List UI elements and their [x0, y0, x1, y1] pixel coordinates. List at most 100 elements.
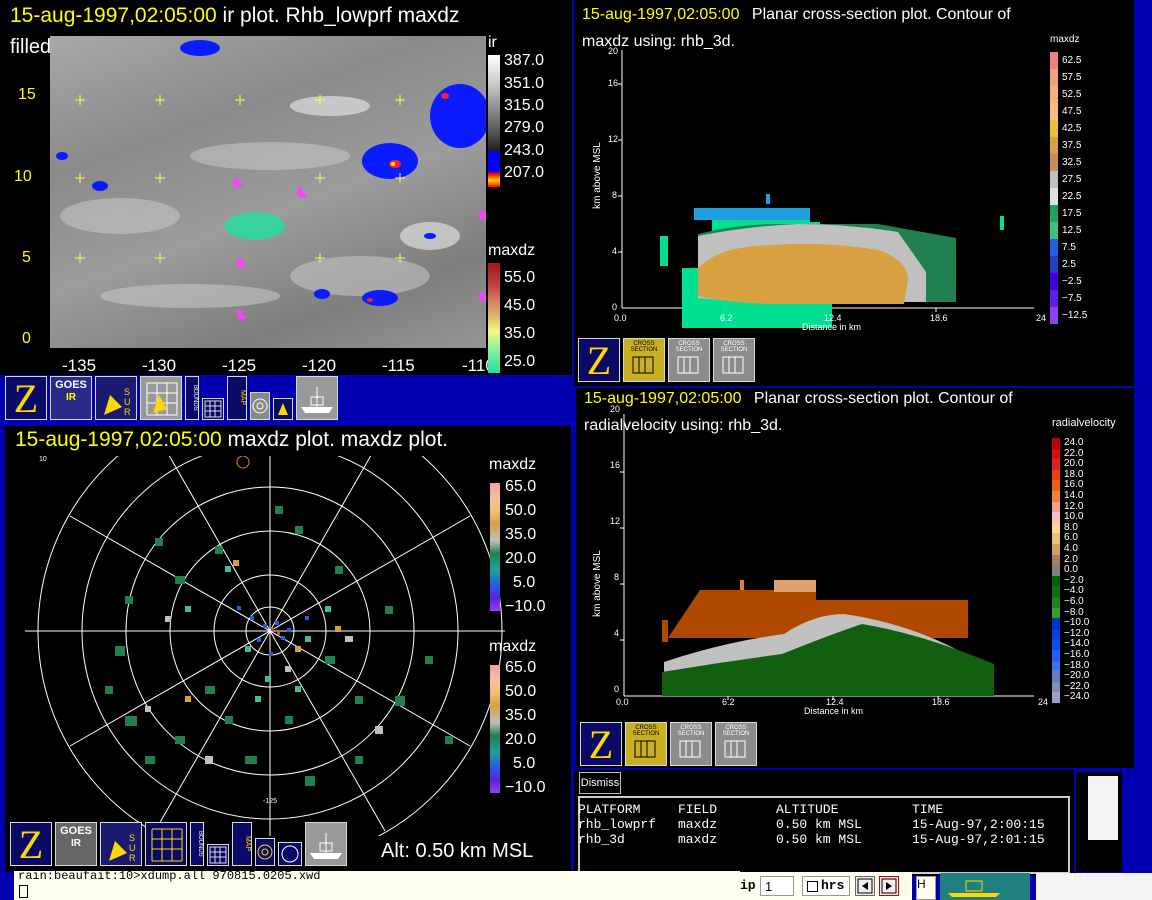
- ir-plot-window: 15-aug-1997,02:05:00 ir plot. Rhb_lowprf…: [0, 0, 572, 375]
- circle-button[interactable]: [278, 842, 302, 866]
- legend-swatch: [1052, 607, 1060, 619]
- legend-swatch: [1052, 639, 1060, 650]
- ir-legend-value: 279.0: [504, 119, 545, 136]
- cross1-y-tick: 20: [608, 46, 619, 56]
- zoom-button[interactable]: Z: [578, 338, 620, 382]
- svg-text:S: S: [124, 387, 130, 397]
- ir-y-tick-5: 5: [22, 249, 31, 266]
- ir-toolbar: Z GOES IR SUR BOUNDS MAP: [5, 376, 338, 420]
- cross-section-button[interactable]: CROSS SECTION: [715, 722, 757, 766]
- terminal-cursor: [19, 885, 28, 898]
- taskbar-ship-icon[interactable]: [940, 873, 1030, 900]
- legend-swatch: [1050, 239, 1058, 256]
- zoom-button[interactable]: Z: [10, 822, 52, 866]
- bounds-button[interactable]: BOUNDS: [185, 376, 199, 420]
- legend-value: 12.5: [1062, 225, 1082, 236]
- legend-swatch: [1052, 650, 1060, 661]
- cross1-y-tick: 0: [612, 302, 618, 312]
- ship-button[interactable]: [305, 822, 347, 866]
- legend-swatch: [1052, 480, 1060, 491]
- tower-button[interactable]: [273, 398, 293, 420]
- info-cell: rhb_lowprf: [578, 817, 657, 832]
- legend-value: 32.5: [1062, 157, 1082, 168]
- legend-swatch: [1052, 459, 1060, 470]
- radar-legend2-value: 5.0: [513, 755, 536, 772]
- legend-value: 47.5: [1062, 106, 1082, 117]
- ir-satellite-image[interactable]: [50, 36, 486, 348]
- terminal-window[interactable]: rain:beaufait:10>xdump.all 970815.0205.x…: [14, 869, 740, 900]
- legend-swatch: [1050, 86, 1058, 103]
- map-button[interactable]: MAP: [227, 376, 247, 420]
- radar-legend2-bar: [490, 665, 500, 793]
- radar-plot-window: 15-aug-1997,02:05:00 maxdz plot. maxdz p…: [5, 426, 571, 872]
- cross2-x-tick: 0.0: [616, 697, 629, 707]
- legend-value: 22.5: [1062, 191, 1082, 202]
- legend-swatch: [1052, 575, 1060, 587]
- cross2-plot[interactable]: [594, 404, 1034, 704]
- ir-x-tick: -135: [62, 356, 97, 375]
- goes-ir-button[interactable]: GOES IR: [50, 376, 92, 420]
- cross2-contours: [662, 580, 994, 696]
- taskbar-item[interactable]: H: [916, 876, 936, 900]
- ir-legend-bar: [488, 55, 500, 187]
- small-grid-button[interactable]: [207, 844, 229, 866]
- step-forward-icon: [881, 878, 897, 894]
- cross-section-button-active[interactable]: CROSS SECTION: [623, 338, 665, 382]
- legend-swatch: [1050, 273, 1058, 290]
- info-panel: Dismiss PLATFORM FIELD ALTITUDE TIME rhb…: [574, 770, 1074, 876]
- zoom-button[interactable]: Z: [5, 376, 47, 420]
- info-cell: rhb_3d: [578, 832, 625, 847]
- cross-section-label: CROSS SECTION: [720, 341, 748, 353]
- cross1-x-axis-label: Distance in km: [802, 322, 862, 332]
- radar-legend1-value: 50.0: [505, 502, 537, 519]
- legend-swatch: [1052, 586, 1060, 597]
- cross1-plot[interactable]: [594, 30, 1034, 330]
- info-cell: 0.50 km MSL: [776, 817, 862, 832]
- small-grid-button[interactable]: [202, 398, 224, 420]
- side-panel-box: [1088, 776, 1118, 840]
- step-forward-button[interactable]: [879, 876, 899, 896]
- surface-button[interactable]: SUR: [100, 822, 142, 866]
- surface-button[interactable]: SUR: [95, 376, 137, 420]
- cross2-y-tick: 4: [614, 628, 620, 638]
- hrs-toggle[interactable]: hrs: [802, 876, 850, 896]
- cross1-x-tick: 0.0: [614, 313, 627, 323]
- cross2-y-tick: 12: [610, 516, 621, 526]
- bounds-button[interactable]: BOUNDS: [190, 822, 204, 866]
- radar-legend2-value: −10.0: [505, 779, 546, 796]
- altitude-label: Alt: 0.50 km MSL: [381, 840, 534, 862]
- zoom-button[interactable]: Z: [580, 722, 622, 766]
- goes-ir-button[interactable]: GOES IR: [55, 822, 97, 866]
- map-button[interactable]: MAP: [232, 822, 252, 866]
- grid-button[interactable]: [145, 822, 187, 866]
- ir-maxdz-legend-bar: [488, 263, 500, 373]
- range-ring-button[interactable]: [250, 392, 270, 420]
- cross-section-button-active[interactable]: CROSS SECTION: [625, 722, 667, 766]
- svg-text:S: S: [129, 833, 135, 843]
- ship-button[interactable]: [296, 376, 338, 420]
- svg-text:U: U: [129, 843, 136, 853]
- legend-swatch: [1052, 544, 1060, 555]
- cross-section-button[interactable]: CROSS SECTION: [713, 338, 755, 382]
- svg-text:U: U: [124, 397, 131, 407]
- legend-swatch: [1050, 120, 1058, 137]
- cross-section-button[interactable]: CROSS SECTION: [670, 722, 712, 766]
- radar-ppi-display[interactable]: [25, 456, 505, 836]
- cross2-x-axis-label: Distance in km: [804, 706, 864, 716]
- cross-section-button[interactable]: CROSS SECTION: [668, 338, 710, 382]
- range-ring-button[interactable]: [255, 838, 275, 866]
- ir-maxdz-value: 35.0: [504, 325, 536, 342]
- ir-maxdz-value: 45.0: [504, 297, 536, 314]
- legend-swatch: [1050, 256, 1058, 273]
- step-back-button[interactable]: [855, 876, 875, 896]
- legend-swatch: [1052, 501, 1060, 513]
- cross2-legend-title: radialvelocity: [1052, 417, 1116, 429]
- cross1-y-tick: 12: [608, 134, 619, 144]
- dismiss-button[interactable]: Dismiss: [579, 772, 621, 794]
- count-input[interactable]: 1: [760, 876, 794, 896]
- grid-button[interactable]: [140, 376, 182, 420]
- info-header-platform: PLATFORM: [578, 802, 641, 817]
- legend-value: −6.0: [1064, 596, 1084, 607]
- hrs-label: hrs: [821, 878, 845, 893]
- info-cell: maxdz: [678, 817, 718, 832]
